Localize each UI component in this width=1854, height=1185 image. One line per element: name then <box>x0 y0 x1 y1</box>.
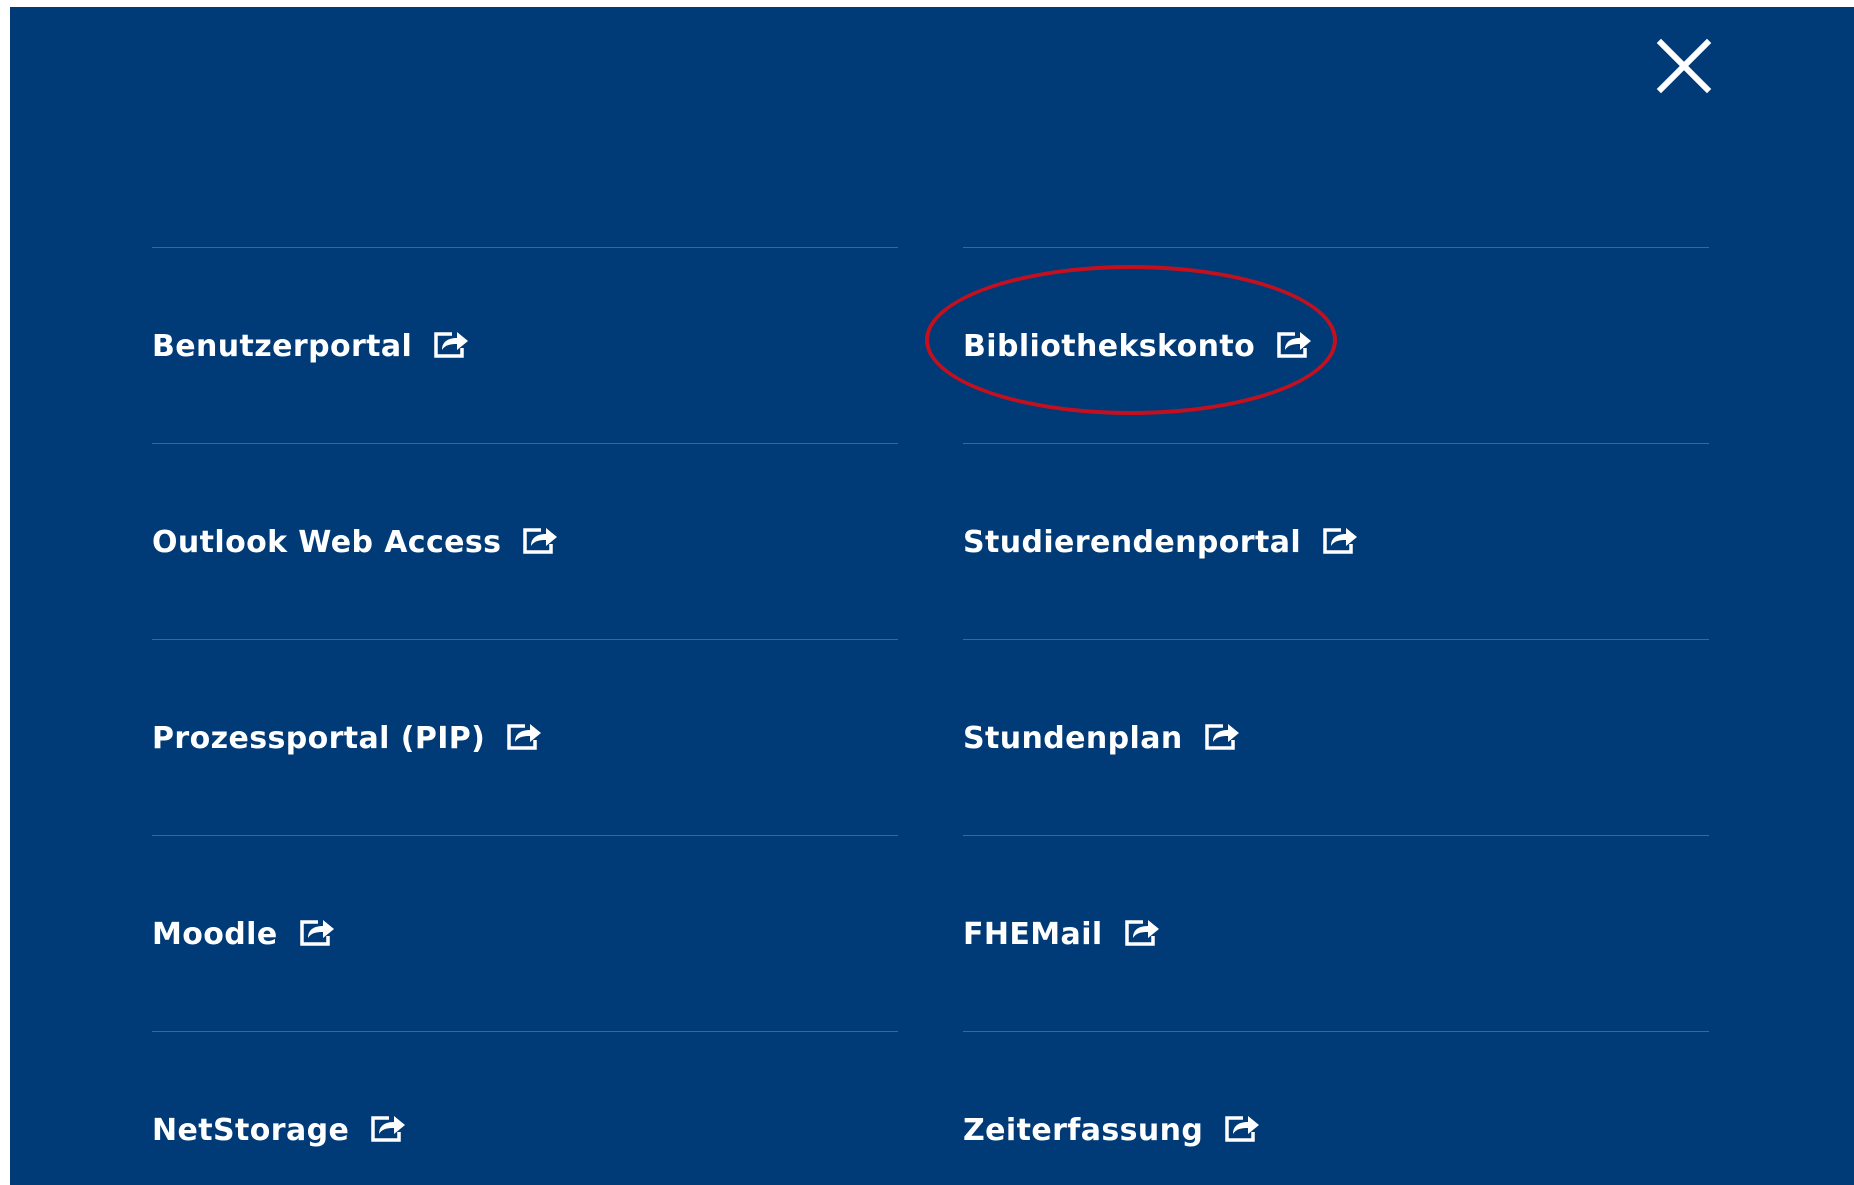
link-zeiterfassung[interactable]: Zeiterfassung <box>963 1031 1709 1185</box>
quicklinks-column-right: Bibliothekskonto Studierendenportal Stun… <box>963 247 1709 1185</box>
link-label: Studierendenportal <box>963 524 1302 560</box>
link-label: Benutzerportal <box>152 328 413 364</box>
link-bibliothekskonto[interactable]: Bibliothekskonto <box>963 247 1709 443</box>
external-link-icon <box>1203 720 1241 752</box>
link-prozessportal-pip[interactable]: Prozessportal (PIP) <box>152 639 898 835</box>
external-link-icon <box>1275 328 1313 360</box>
external-link-icon <box>1321 524 1359 556</box>
link-stundenplan[interactable]: Stundenplan <box>963 639 1709 835</box>
link-label: NetStorage <box>152 1112 350 1148</box>
link-label: Bibliothekskonto <box>963 328 1256 364</box>
external-link-icon <box>505 720 543 752</box>
link-label: Prozessportal (PIP) <box>152 720 486 756</box>
external-link-icon <box>1123 916 1161 948</box>
external-link-icon <box>369 1112 407 1144</box>
link-fhemail[interactable]: FHEMail <box>963 835 1709 1031</box>
link-label: Outlook Web Access <box>152 524 502 560</box>
external-link-icon <box>432 328 470 360</box>
link-benutzerportal[interactable]: Benutzerportal <box>152 247 898 443</box>
link-outlook-web-access[interactable]: Outlook Web Access <box>152 443 898 639</box>
close-button[interactable] <box>1653 35 1715 97</box>
external-link-icon <box>1223 1112 1261 1144</box>
external-link-icon <box>298 916 336 948</box>
link-moodle[interactable]: Moodle <box>152 835 898 1031</box>
link-netstorage[interactable]: NetStorage <box>152 1031 898 1185</box>
link-studierendenportal[interactable]: Studierendenportal <box>963 443 1709 639</box>
quicklinks-column-left: Benutzerportal Outlook Web Access Prozes… <box>152 247 898 1185</box>
link-label: Moodle <box>152 916 278 952</box>
external-link-icon <box>521 524 559 556</box>
link-label: Zeiterfassung <box>963 1112 1204 1148</box>
close-icon <box>1656 38 1712 94</box>
link-label: Stundenplan <box>963 720 1183 756</box>
quicklinks-overlay: Benutzerportal Outlook Web Access Prozes… <box>10 7 1854 1185</box>
link-label: FHEMail <box>963 916 1103 952</box>
